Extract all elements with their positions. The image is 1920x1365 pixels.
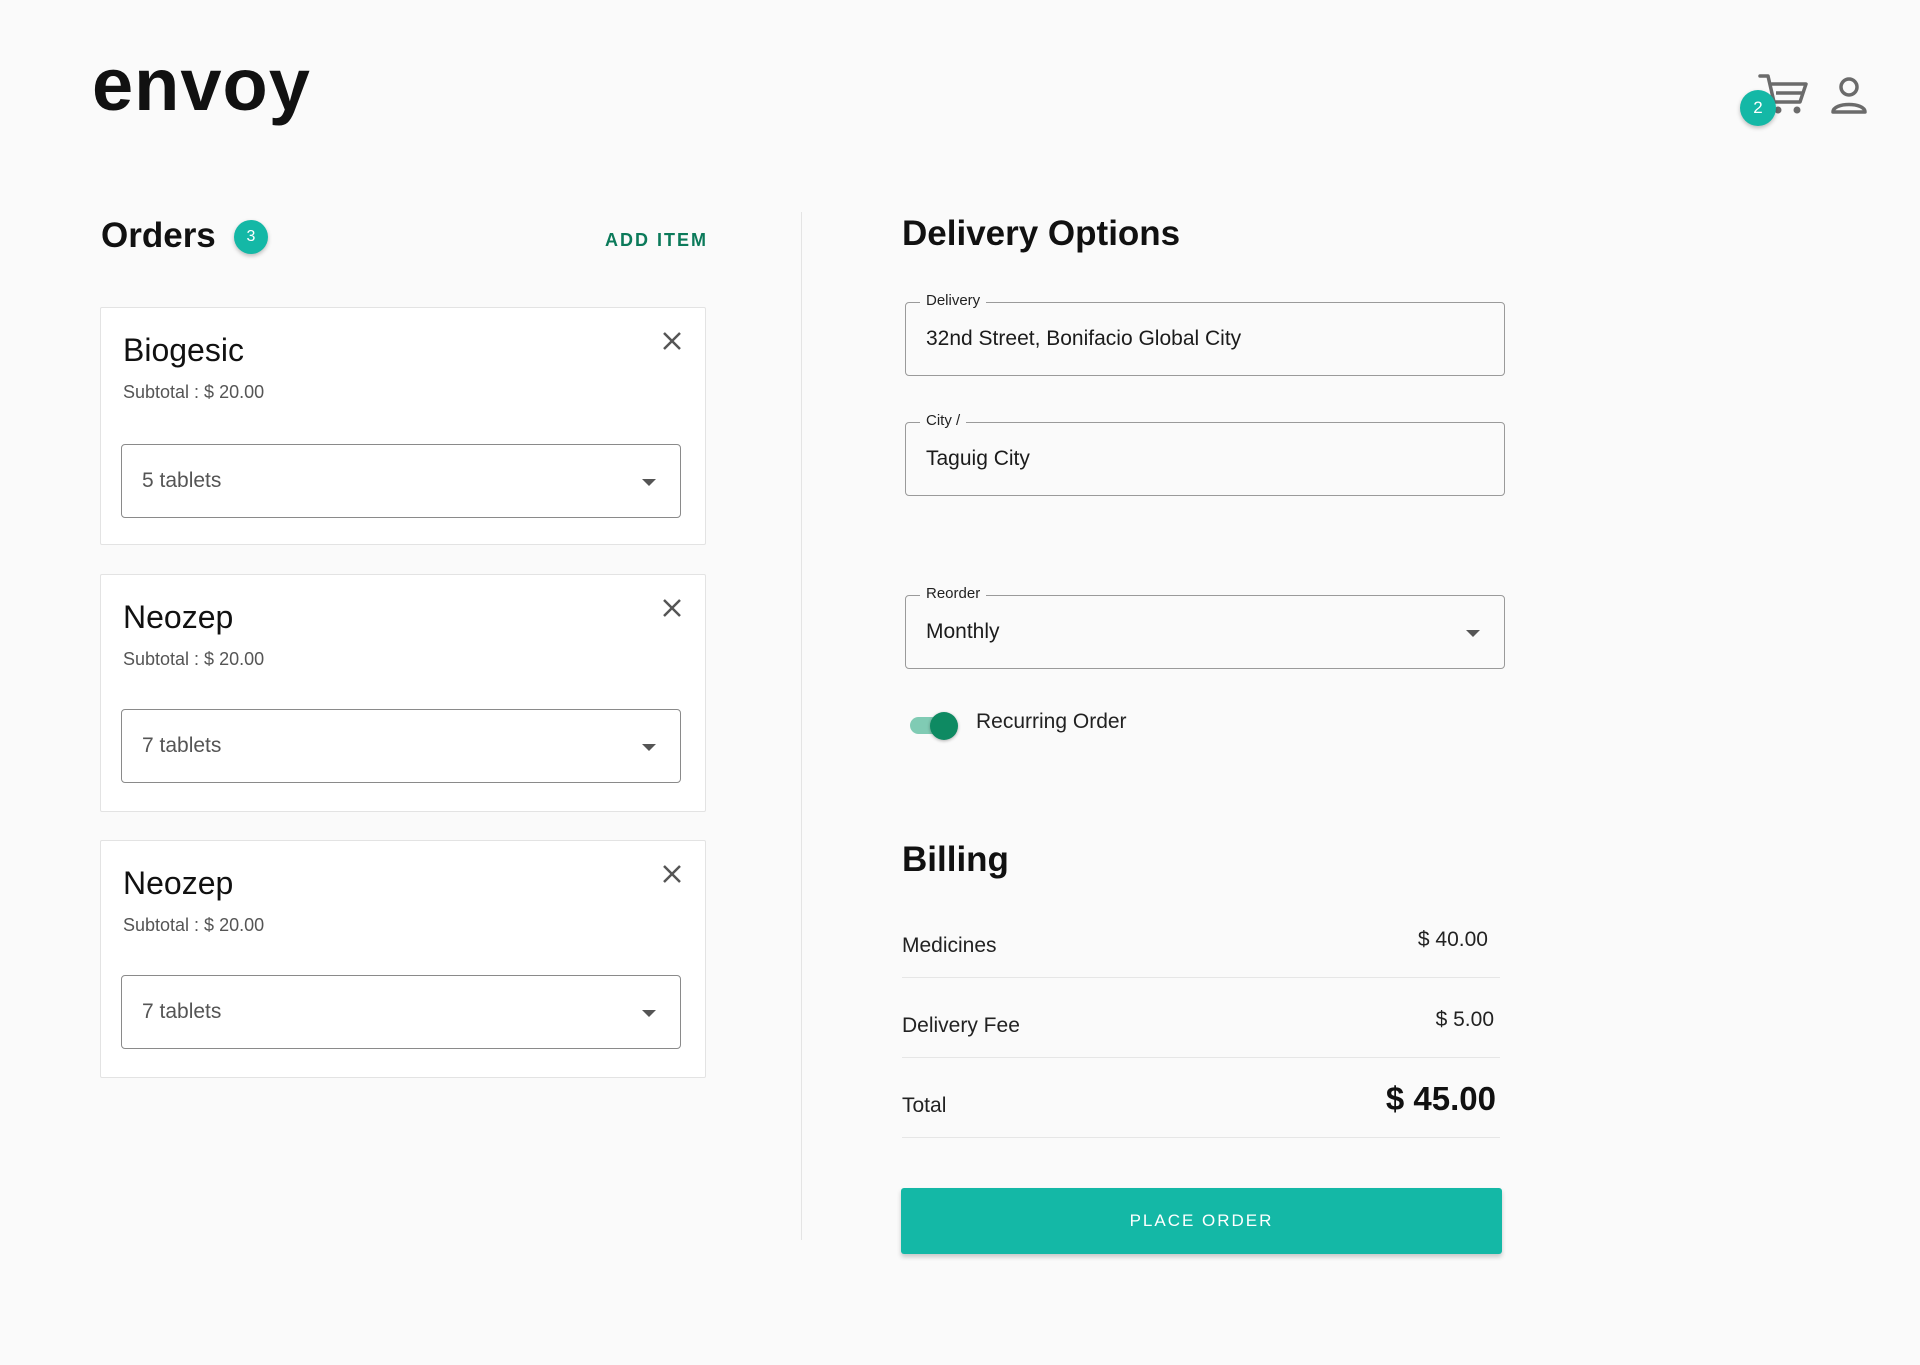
billing-title: Billing <box>902 840 1009 879</box>
total-label: Total <box>902 1094 947 1117</box>
order-subtotal: Subtotal : $ 20.00 <box>123 915 265 935</box>
quantity-select[interactable]: 7 tablets <box>121 975 681 1049</box>
delivery-options-title: Delivery Options <box>902 214 1181 253</box>
delivery-address-field[interactable]: Delivery 32nd Street, Bonifacio Global C… <box>905 292 1505 376</box>
order-card: Biogesic Subtotal : $ 20.00 5 tablets <box>100 307 706 545</box>
toggle-thumb <box>930 712 958 740</box>
orders-title: Orders <box>101 216 216 255</box>
delivery-address-label: Delivery <box>920 292 987 309</box>
order-card: Neozep Subtotal : $ 20.00 7 tablets <box>100 574 706 812</box>
reorder-value: Monthly <box>926 620 1000 643</box>
city-label: City / <box>920 412 967 429</box>
chevron-down-icon <box>642 744 656 751</box>
quantity-select[interactable]: 7 tablets <box>121 709 681 783</box>
place-order-button[interactable]: PLACE ORDER <box>901 1188 1502 1254</box>
recurring-order-toggle[interactable] <box>910 710 960 740</box>
add-item-button[interactable]: ADD ITEM <box>605 230 708 251</box>
delivery-fee-value: $ 5.00 <box>1435 1008 1494 1031</box>
orders-count-badge: 3 <box>234 220 268 254</box>
billing-row-total: Total $ 45.00 <box>902 1058 1500 1138</box>
user-account-button[interactable] <box>1828 74 1870 118</box>
chevron-down-icon <box>642 479 656 486</box>
reorder-select[interactable]: Reorder Monthly <box>905 585 1505 669</box>
delivery-address-value: 32nd Street, Bonifacio Global City <box>926 327 1242 350</box>
close-icon[interactable] <box>659 595 685 621</box>
close-icon[interactable] <box>659 861 685 887</box>
column-divider <box>801 212 802 1240</box>
chevron-down-icon <box>642 1010 656 1017</box>
recurring-order-label: Recurring Order <box>976 710 1127 733</box>
order-name: Neozep <box>123 865 234 901</box>
user-icon <box>1831 77 1867 114</box>
medicines-label: Medicines <box>902 934 997 957</box>
chevron-down-icon <box>1466 630 1480 637</box>
quantity-select[interactable]: 5 tablets <box>121 444 681 518</box>
city-value: Taguig City <box>926 447 1030 470</box>
medicines-value: $ 40.00 <box>1417 928 1488 951</box>
order-name: Biogesic <box>123 332 244 368</box>
quantity-select-value: 5 tablets <box>142 469 222 492</box>
total-value: $ 45.00 <box>1385 1080 1496 1117</box>
order-subtotal: Subtotal : $ 20.00 <box>123 382 265 402</box>
order-subtotal: Subtotal : $ 20.00 <box>123 649 265 669</box>
quantity-select-value: 7 tablets <box>142 734 222 757</box>
header-actions: 2 <box>1740 70 1870 130</box>
quantity-select-value: 7 tablets <box>142 1000 222 1023</box>
envoy-logo: envoy <box>92 43 311 126</box>
order-name: Neozep <box>123 599 234 635</box>
cart-count-badge: 2 <box>1740 90 1776 126</box>
billing-row-medicines: Medicines $ 40.00 <box>902 898 1500 978</box>
billing-row-delivery-fee: Delivery Fee $ 5.00 <box>902 978 1500 1058</box>
delivery-fee-label: Delivery Fee <box>902 1014 1020 1037</box>
reorder-label: Reorder <box>920 585 987 602</box>
order-card: Neozep Subtotal : $ 20.00 7 tablets <box>100 840 706 1078</box>
close-icon[interactable] <box>659 328 685 354</box>
city-field[interactable]: City / Taguig City <box>905 412 1505 496</box>
